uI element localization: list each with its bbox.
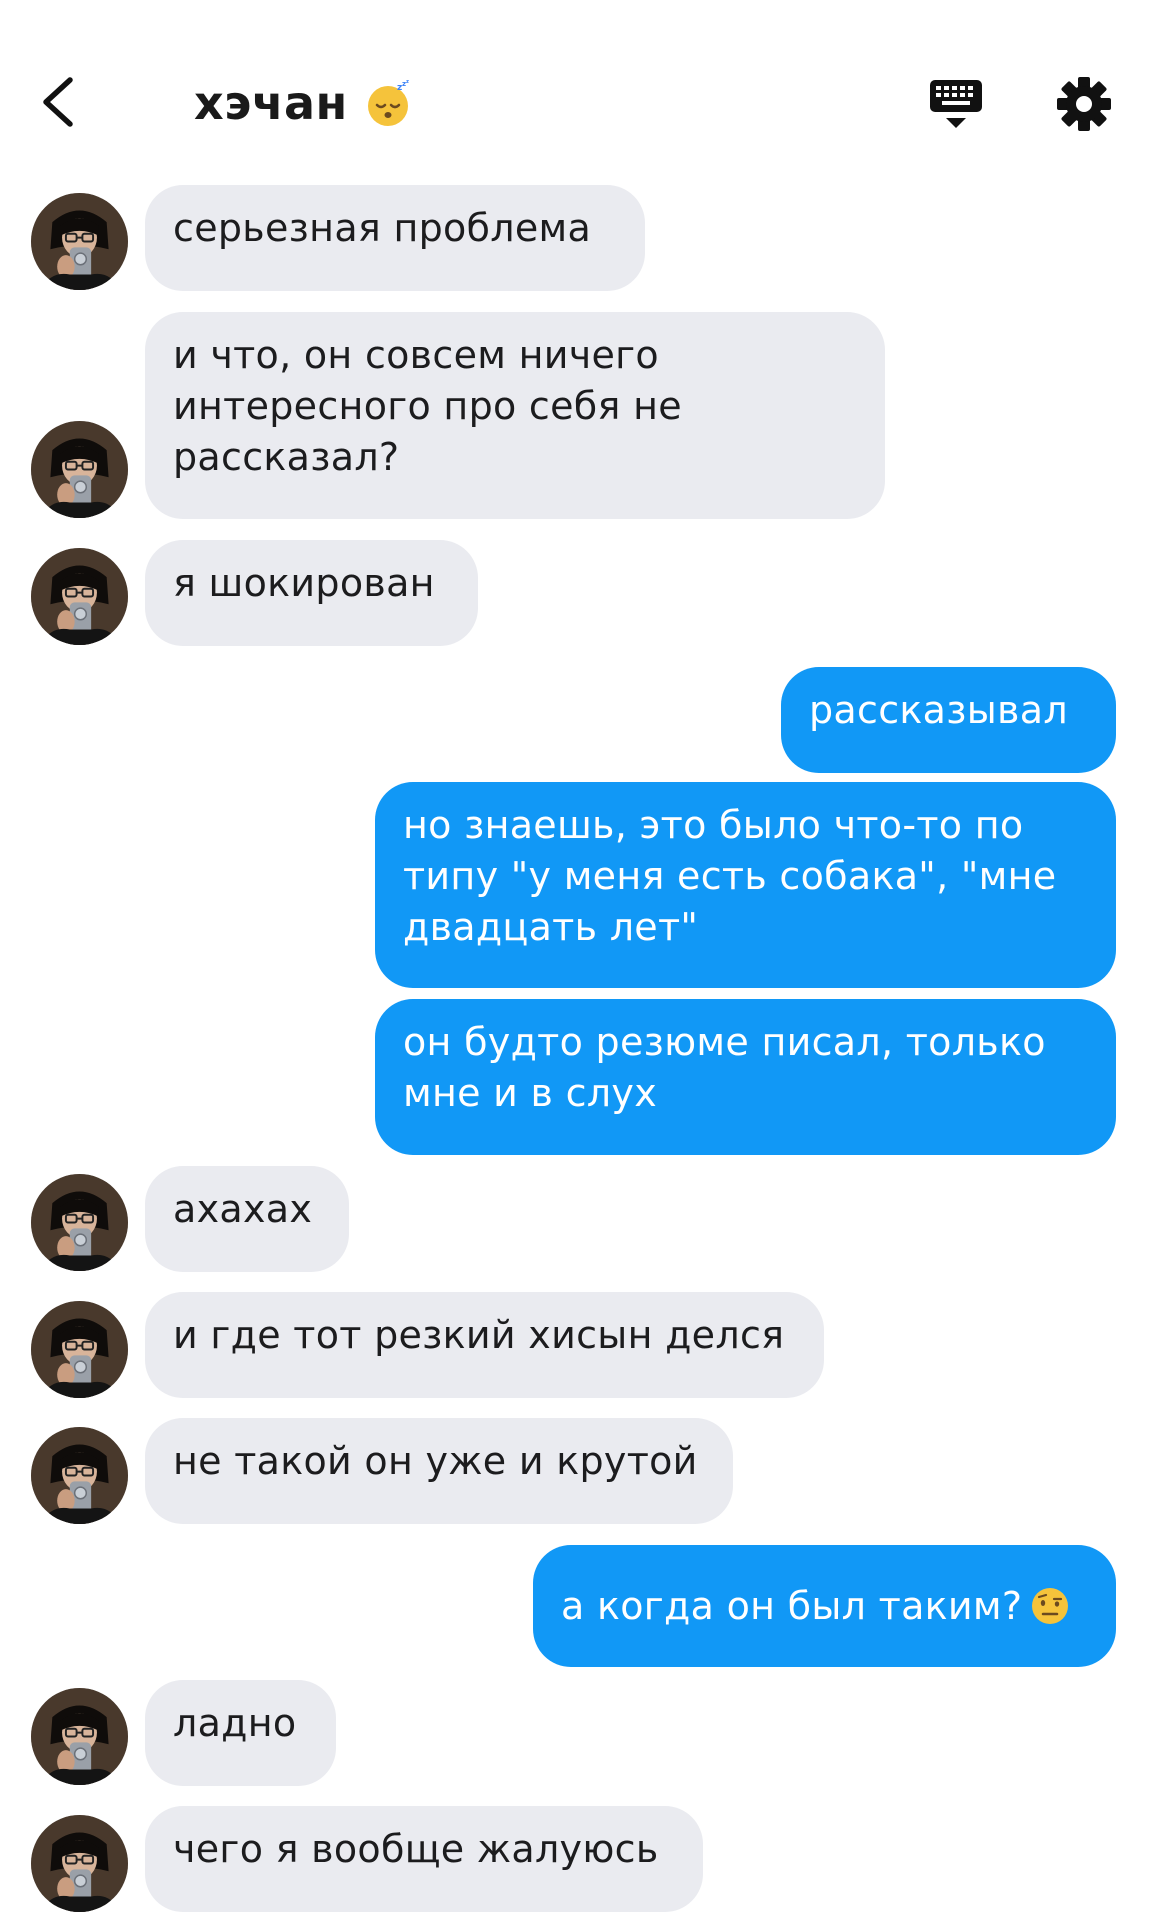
message-text: серьезная проблема [173,206,592,250]
avatar[interactable] [31,421,128,518]
avatar[interactable] [31,1174,128,1271]
message-text: рассказал? [173,435,400,479]
message-text: типу "у меня есть собака", "мне [403,854,1057,898]
incoming-message[interactable]: ахахах [145,1166,349,1272]
avatar-photo [31,193,128,290]
svg-text:z: z [406,79,409,85]
avatar[interactable] [31,1301,128,1398]
message-text: а когда он был таким? [561,1583,1023,1628]
message-text: но знаешь, это было что-то по [403,803,1024,847]
message-text: и где тот резкий хисын делся [173,1313,785,1357]
outgoing-message[interactable]: но знаешь, это было что-то по типу "у ме… [375,782,1116,988]
message-text: ахахах [173,1187,313,1231]
chat-title[interactable]: хэчан [194,76,348,130]
avatar[interactable] [31,1427,128,1524]
message-text: чего я вообще жалуюсь [173,1827,659,1871]
avatar-photo [31,1301,128,1398]
keyboard-button[interactable] [926,76,986,132]
incoming-message[interactable]: серьезная проблема [145,185,645,291]
avatar[interactable] [31,1815,128,1912]
message-text: и что, он совсем ничего [173,333,659,377]
avatar[interactable] [31,193,128,290]
avatar-photo [31,1688,128,1785]
avatar[interactable] [31,548,128,645]
avatar-photo [31,548,128,645]
chat-header: хэчан z z z [0,0,1150,180]
message-text: не такой он уже и крутой [173,1439,698,1483]
message-text: ладно [173,1701,297,1745]
avatar-photo [31,1815,128,1912]
avatar[interactable] [31,1688,128,1785]
message-text: двадцать лет" [403,905,699,949]
outgoing-message[interactable]: а когда он был таким? [533,1545,1116,1667]
avatar-photo [31,1174,128,1271]
raised-eyebrow-face-icon [1032,1588,1069,1624]
sleeping-face-icon: z z z [367,79,409,126]
back-button[interactable] [34,72,94,132]
chat-title-group[interactable]: хэчан z z z [194,76,414,130]
chevron-left-icon [43,77,73,127]
keyboard-icon [930,80,982,128]
incoming-message[interactable]: ладно [145,1680,336,1786]
incoming-message[interactable]: не такой он уже и крутой [145,1418,733,1524]
incoming-message[interactable]: я шокирован [145,540,478,646]
settings-button[interactable] [1054,74,1114,134]
message-text: мне и в слух [403,1071,657,1115]
outgoing-message[interactable]: рассказывал [781,667,1116,773]
outgoing-message[interactable]: он будто резюме писал, только мне и в сл… [375,999,1116,1155]
avatar-photo [31,1427,128,1524]
incoming-message[interactable]: и что, он совсем ничего интересного про … [145,312,885,519]
message-text: интересного про себя не [173,384,682,428]
incoming-message[interactable]: чего я вообще жалуюсь [145,1806,703,1912]
message-text: рассказывал [809,688,1068,732]
message-text: он будто резюме писал, только [403,1020,1046,1064]
incoming-message[interactable]: и где тот резкий хисын делся [145,1292,824,1398]
gear-icon [1057,77,1111,131]
avatar-photo [31,421,128,518]
message-text: я шокирован [173,561,435,605]
